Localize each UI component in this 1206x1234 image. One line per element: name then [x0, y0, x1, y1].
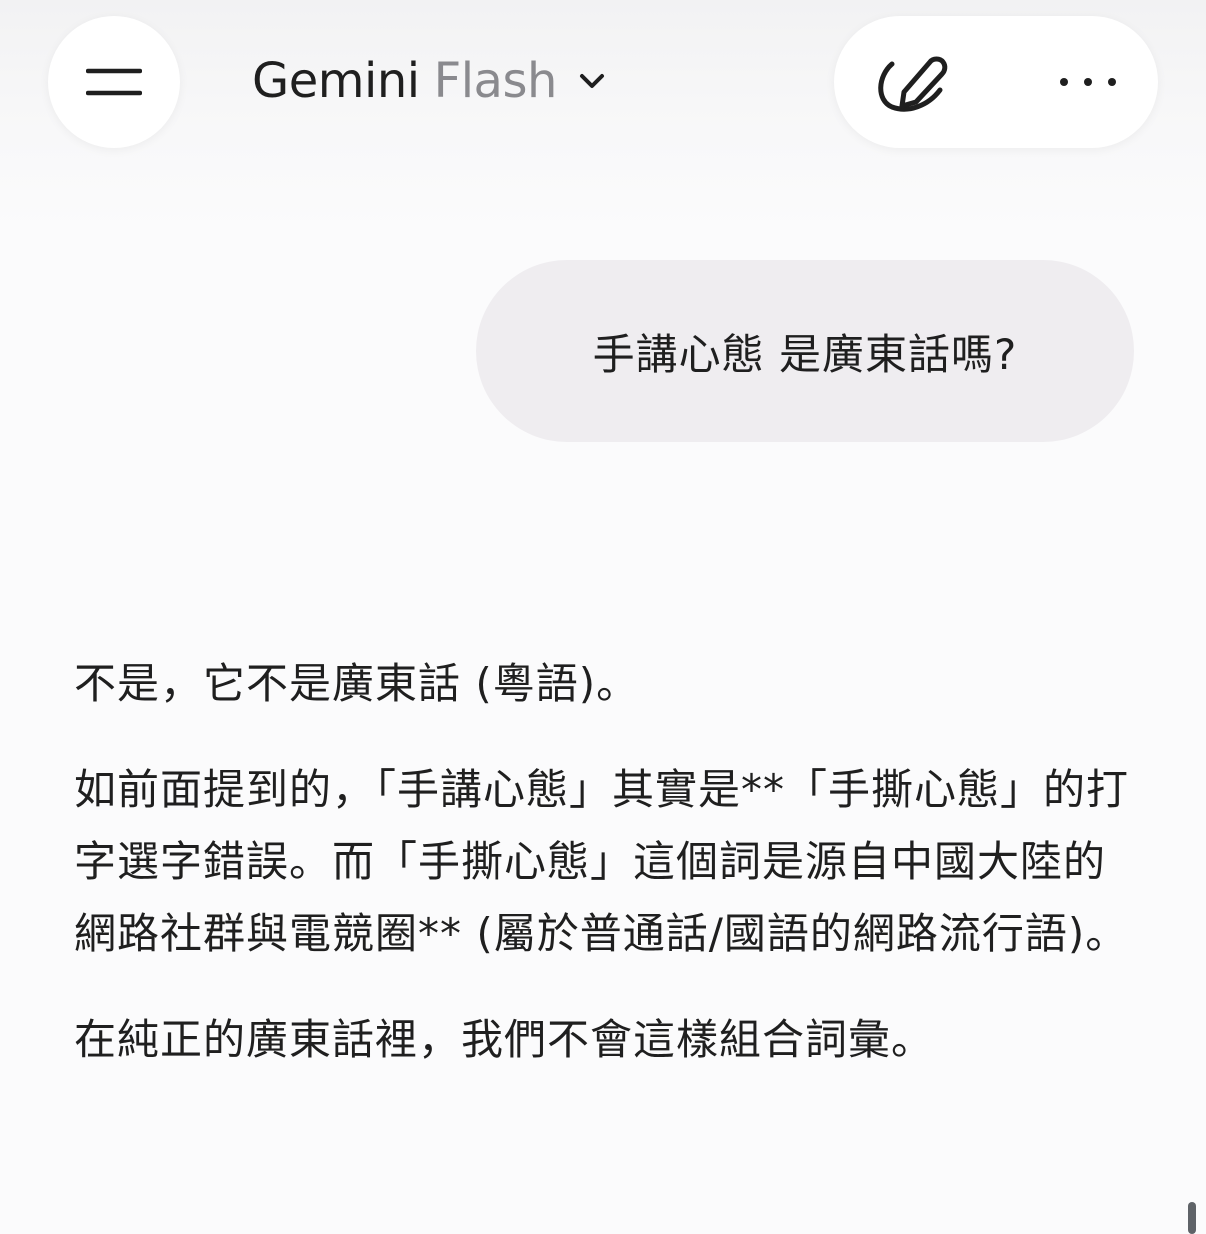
chevron-down-icon [579, 72, 605, 90]
response-paragraph: 如前面提到的，「手講心態」其實是**「手撕心態」的打字選字錯誤。而「手撕心態」這… [74, 765, 1130, 958]
user-message-bubble: 手講心態 是廣東話嗎? [476, 260, 1134, 442]
menu-icon [86, 68, 142, 96]
user-message-text: 手講心態 是廣東話嗎? [592, 329, 1018, 379]
response-paragraph: 在純正的廣東話裡，我們不會這樣組合詞彙。 [74, 1015, 935, 1064]
model-switcher[interactable]: Gemini Flash [252, 46, 605, 116]
more-options-button[interactable] [1048, 42, 1128, 122]
menu-button[interactable] [48, 16, 180, 148]
assistant-response: 不是，它不是廣東話 (粵語)。 如前面提到的，「手講心態」其實是**「手撕心態」… [74, 648, 1134, 1110]
more-horizontal-icon [1060, 78, 1116, 86]
model-variant: Flash [433, 53, 558, 109]
pencil-edit-icon [878, 56, 948, 112]
scrollbar-thumb[interactable] [1188, 1202, 1196, 1234]
chat-screen: Gemini Flash 手講心態 是廣東話嗎? 不是，它不是廣東話 (粵語)。 [0, 0, 1206, 1234]
new-chat-button[interactable] [872, 42, 952, 122]
response-paragraph: 不是，它不是廣東話 (粵語)。 [74, 659, 640, 708]
model-name: Gemini [252, 53, 420, 109]
header-actions [834, 16, 1158, 148]
